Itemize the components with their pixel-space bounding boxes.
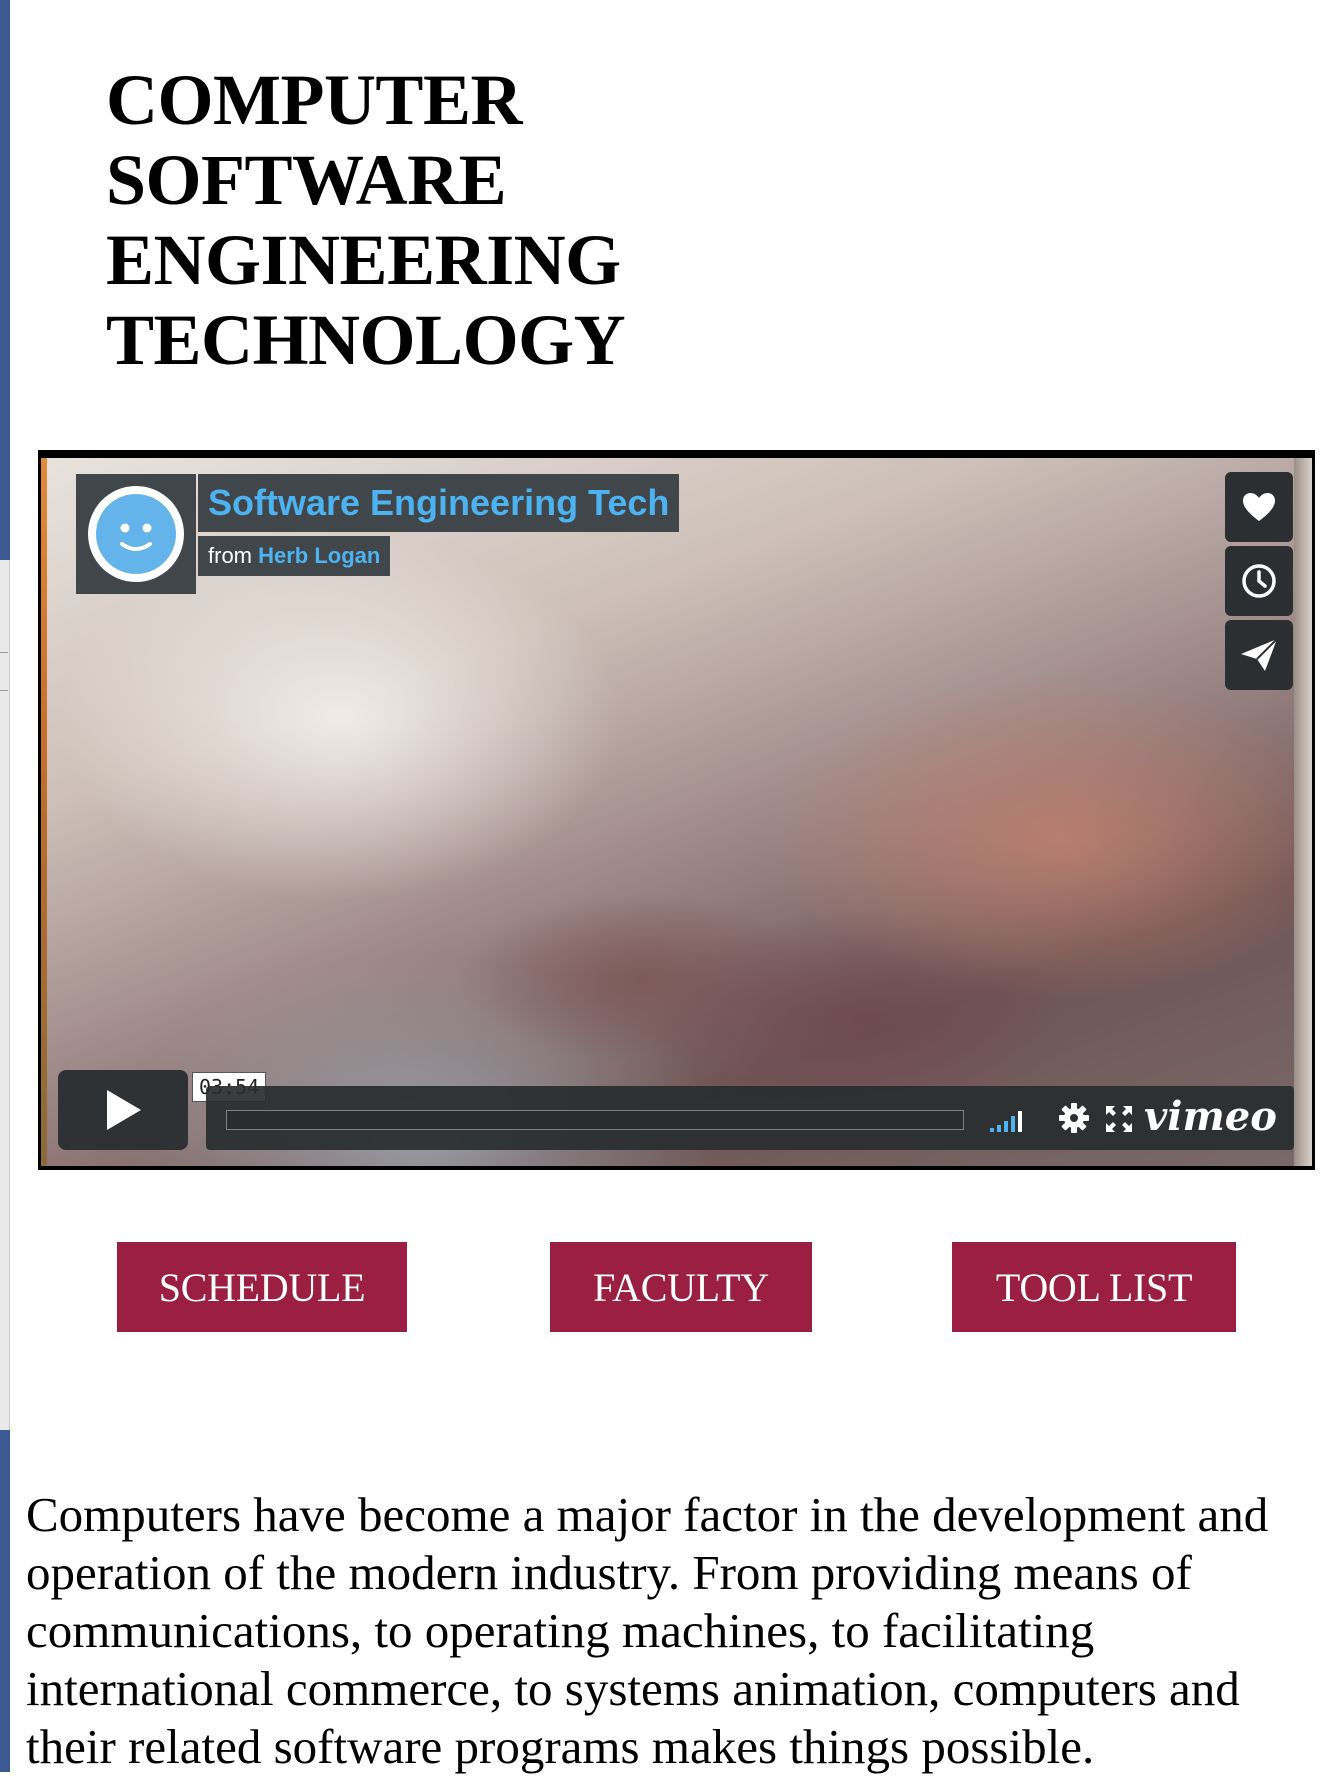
smiley-face-icon (96, 494, 176, 574)
faculty-button[interactable]: FACULTY (550, 1242, 812, 1332)
schedule-button[interactable]: SCHEDULE (117, 1242, 407, 1332)
left-edge-tick (0, 690, 8, 691)
page-title-line: COMPUTER (106, 60, 522, 140)
channel-avatar[interactable] (76, 474, 196, 594)
left-edge-top (0, 0, 10, 560)
byline-prefix: from (208, 543, 252, 568)
tool-list-button[interactable]: TOOL LIST (952, 1242, 1236, 1332)
page-title-line: ENGINEERING (106, 220, 621, 300)
volume-icon[interactable] (990, 1108, 1034, 1132)
left-edge-tick (0, 652, 8, 653)
paper-plane-icon (1241, 638, 1278, 671)
page-title: COMPUTER SOFTWARE ENGINEERING TECHNOLOGY (106, 60, 726, 380)
like-button[interactable] (1225, 472, 1293, 542)
page-title-line: TECHNOLOGY (106, 300, 626, 380)
author-link[interactable]: Herb Logan (258, 543, 380, 568)
intro-paragraph: Computers have become a major factor in … (26, 1487, 1269, 1774)
heart-icon (1243, 493, 1275, 521)
fullscreen-icon[interactable] (1104, 1104, 1134, 1134)
control-bar: vimeo (206, 1086, 1294, 1150)
avatar-ring (88, 486, 184, 582)
video-frame-strip (1294, 458, 1312, 1166)
share-button[interactable] (1225, 620, 1293, 690)
settings-icon[interactable] (1058, 1102, 1090, 1134)
video-byline: from Herb Logan (198, 536, 391, 576)
play-icon (107, 1090, 141, 1130)
progress-bar[interactable] (226, 1110, 964, 1130)
video-frame-edge (41, 458, 47, 1166)
clock-icon (1242, 564, 1276, 598)
window-left-edge (0, 0, 10, 1772)
video-title-link[interactable]: Software Engineering Tech (208, 474, 669, 532)
vimeo-logo[interactable]: vimeo (1144, 1092, 1277, 1142)
video-player[interactable]: Software Engineering Tech from Herb Loga… (38, 450, 1315, 1170)
left-edge-bottom (0, 1430, 10, 1772)
play-button[interactable] (58, 1070, 188, 1150)
page-title-line: SOFTWARE (106, 140, 507, 220)
watch-later-button[interactable] (1225, 546, 1293, 616)
video-title-box[interactable]: Software Engineering Tech (198, 474, 680, 532)
